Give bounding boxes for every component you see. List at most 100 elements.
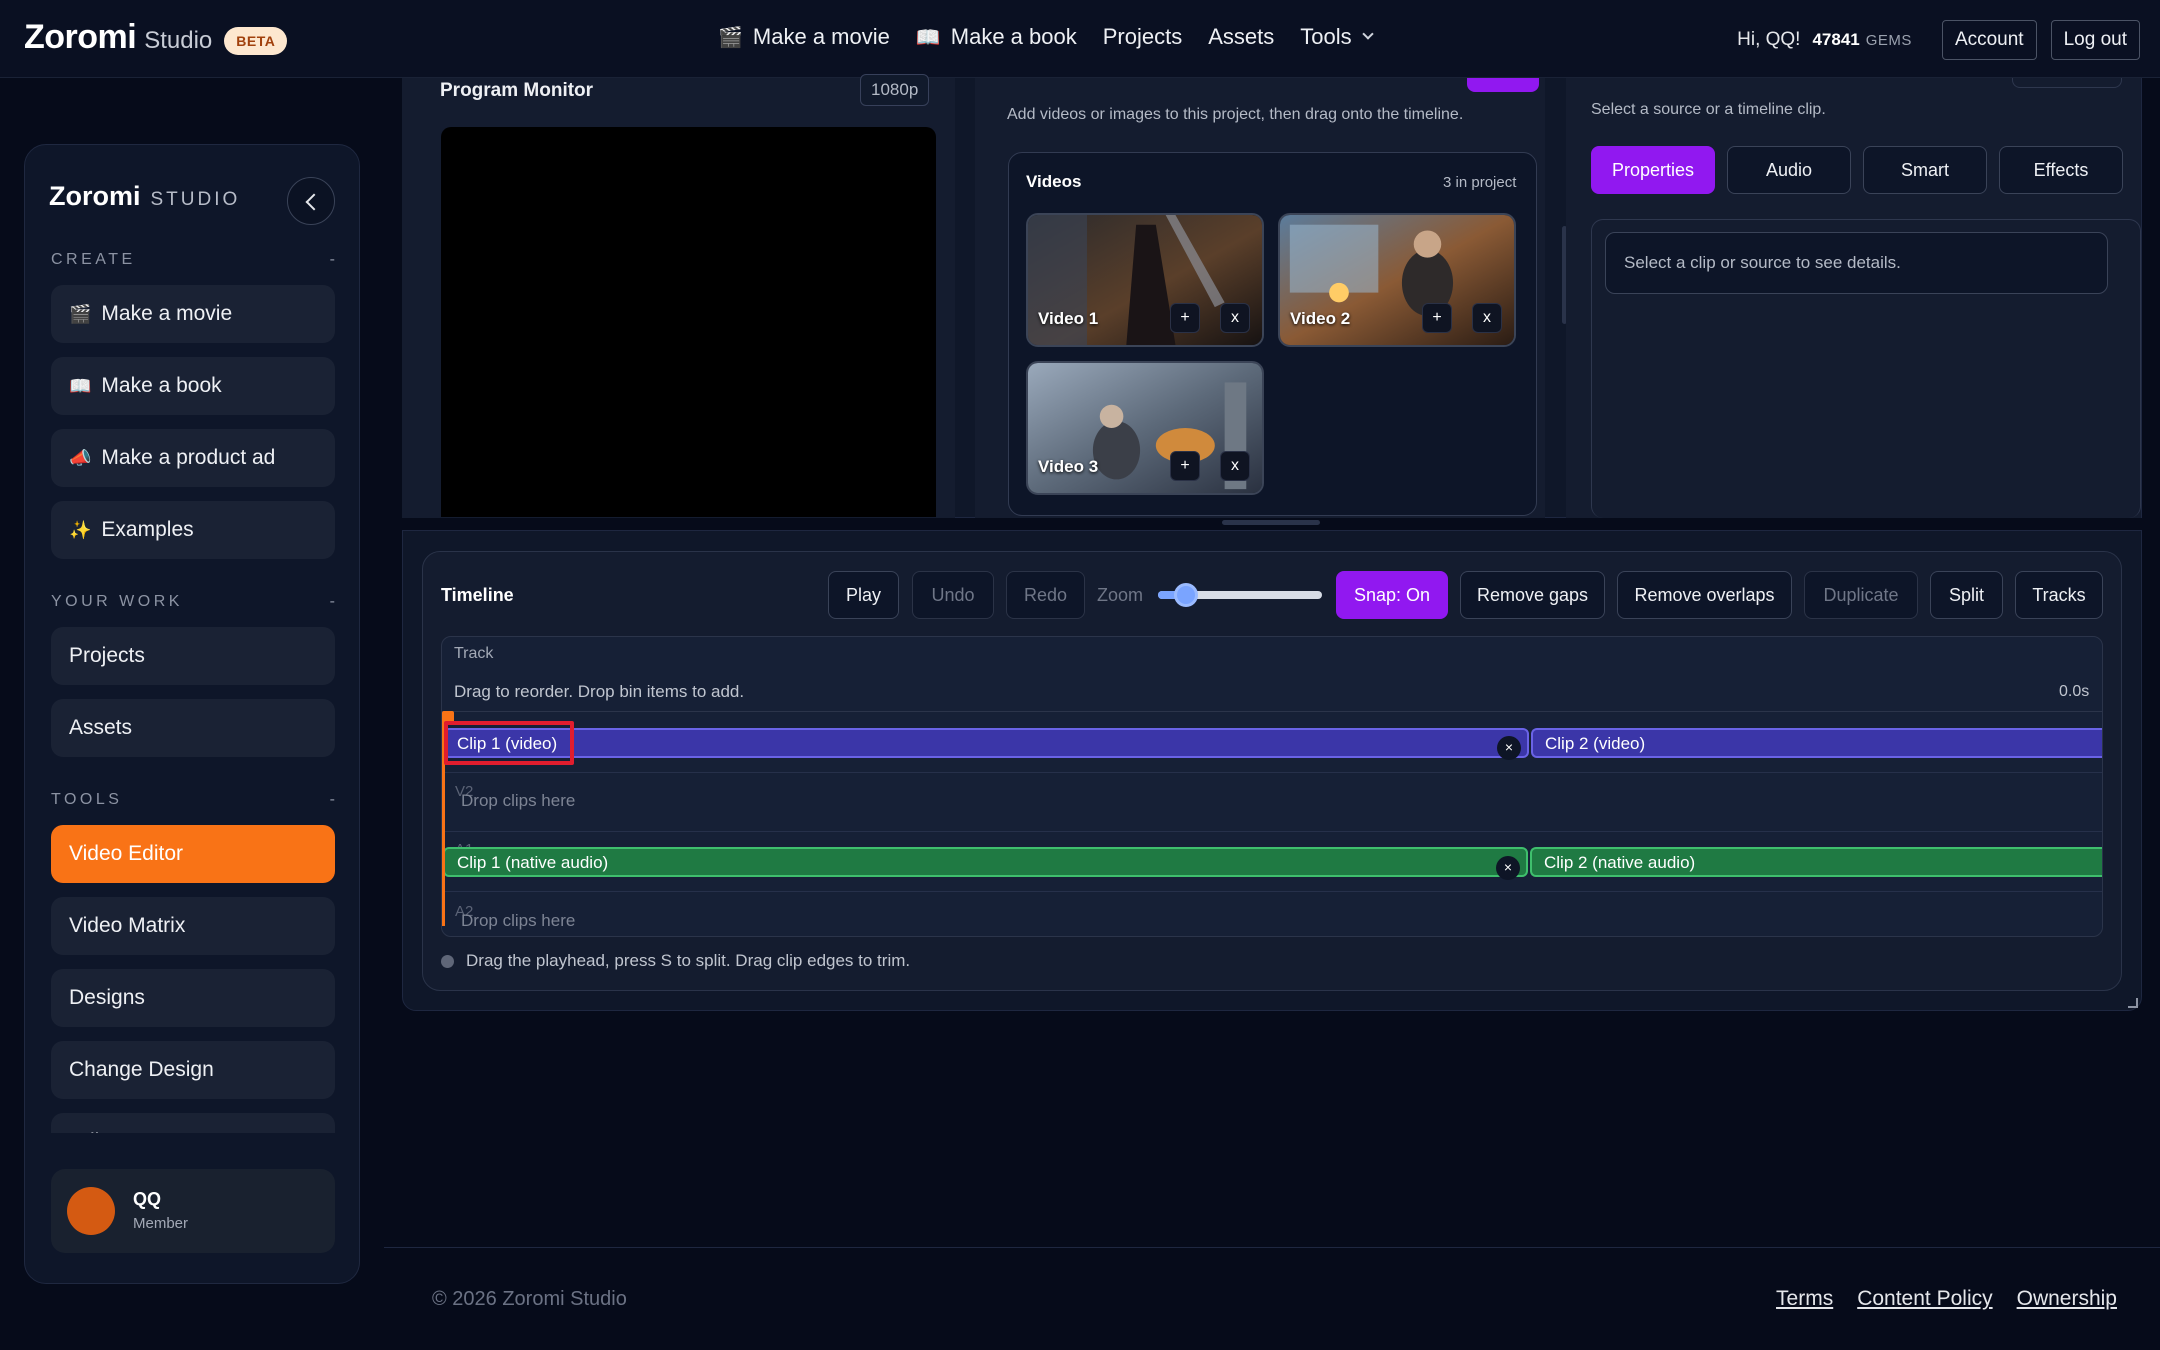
sidebar-logo-text: Zoromi: [49, 181, 141, 211]
section-your-work: YOUR WORK: [51, 593, 183, 610]
tab-smart[interactable]: Smart: [1863, 146, 1987, 194]
ownership-link[interactable]: Ownership: [2017, 1287, 2117, 1311]
nav-label: Tools: [1300, 24, 1352, 49]
remove-video-button[interactable]: x: [1220, 303, 1250, 333]
remove-video-button[interactable]: x: [1220, 451, 1250, 481]
tab-properties[interactable]: Properties: [1591, 146, 1715, 194]
sidebar-item-label: Examples: [101, 518, 194, 541]
timeline-clip-video[interactable]: Clip 1 (video): [443, 728, 1529, 758]
nav-make-movie[interactable]: 🎬 Make a movie: [718, 24, 890, 50]
sidebar-item-product-ad[interactable]: 📣 Make a product ad: [51, 429, 335, 487]
nav-assets[interactable]: Assets: [1208, 24, 1274, 50]
section-your-work-toggle[interactable]: -: [330, 593, 335, 611]
nav-make-book[interactable]: 📖 Make a book: [916, 24, 1077, 50]
details-placeholder: Select a clip or source to see details.: [1605, 232, 2108, 294]
lane-divider: [442, 772, 2102, 773]
sidebar-item-video-editor[interactable]: Video Editor: [51, 825, 335, 883]
tab-effects[interactable]: Effects: [1999, 146, 2123, 194]
zoom-label: Zoom: [1097, 585, 1144, 605]
drop-zone-a2[interactable]: Drop clips here: [461, 911, 575, 931]
drop-zone-v2[interactable]: Drop clips here: [461, 791, 575, 811]
sidebar-scroll-clip: Edit Image: [25, 1103, 361, 1133]
account-button[interactable]: Account: [1941, 20, 2037, 60]
nav-label: Make a movie: [752, 24, 890, 49]
snap-toggle-button[interactable]: Snap: On: [1336, 571, 1448, 619]
book-icon: 📖: [915, 26, 941, 49]
properties-action-button[interactable]: [2012, 78, 2122, 88]
add-to-timeline-button[interactable]: +: [1422, 303, 1452, 333]
content-policy-link[interactable]: Content Policy: [1857, 1287, 1992, 1311]
sidebar-item-edit-image[interactable]: Edit Image: [51, 1113, 335, 1133]
track-hint: Drag to reorder. Drop bin items to add.: [454, 682, 745, 701]
nav-label: Make a book: [950, 24, 1077, 49]
sidebar-item-make-book[interactable]: 📖 Make a book: [51, 357, 335, 415]
clapperboard-icon: 🎬: [69, 303, 92, 324]
user-name: QQ: [133, 1189, 162, 1209]
sidebar-item-examples[interactable]: ✨ Examples: [51, 501, 335, 559]
sidebar-item-video-matrix[interactable]: Video Matrix: [51, 897, 335, 955]
time-ruler[interactable]: [442, 711, 2102, 712]
footer-divider: [384, 1247, 2160, 1248]
brand[interactable]: Zoromi Studio BETA: [24, 18, 288, 57]
zoom-slider-handle[interactable]: [1173, 583, 1198, 607]
sidebar-item-change-design[interactable]: Change Design: [51, 1041, 335, 1099]
timeline-clip-audio[interactable]: Clip 1 (native audio): [443, 847, 1528, 877]
sidebar-item-label: Make a book: [101, 374, 222, 397]
timeline-resize-handle[interactable]: [1222, 520, 1320, 525]
sidebar-item-make-movie[interactable]: 🎬 Make a movie: [51, 285, 335, 343]
section-tools-toggle[interactable]: -: [330, 791, 335, 809]
section-tools: TOOLS: [51, 791, 123, 808]
user-card[interactable]: QQ Member: [51, 1169, 335, 1253]
video-name: Video 1: [1038, 309, 1099, 328]
zoom-slider[interactable]: [1158, 583, 1322, 607]
top-bar: Zoromi Studio BETA 🎬 Make a movie 📖 Make…: [0, 0, 2160, 78]
duplicate-button[interactable]: Duplicate: [1804, 571, 1918, 619]
avatar: [67, 1187, 115, 1235]
brand-sub: Studio: [144, 26, 213, 54]
lane-divider: [442, 831, 2102, 832]
video-preview[interactable]: [441, 127, 936, 517]
section-create: CREATE: [51, 251, 136, 268]
video-thumb[interactable]: Video 3 + x: [1026, 361, 1264, 495]
timeline-status: Drag the playhead, press S to split. Dra…: [466, 951, 911, 970]
add-to-timeline-button[interactable]: +: [1170, 451, 1200, 481]
undo-button[interactable]: Undo: [912, 571, 994, 619]
section-create-toggle[interactable]: -: [330, 251, 335, 269]
video-name: Video 2: [1290, 309, 1351, 328]
redo-button[interactable]: Redo: [1006, 571, 1085, 619]
tracks-button[interactable]: Tracks: [2015, 571, 2103, 619]
sidebar-item-designs[interactable]: Designs: [51, 969, 335, 1027]
resize-grip-icon[interactable]: [2128, 998, 2138, 1008]
logout-button[interactable]: Log out: [2050, 20, 2140, 60]
remove-video-button[interactable]: x: [1472, 303, 1502, 333]
timeline-clip-audio[interactable]: Clip 2 (native audio): [1530, 847, 2102, 877]
add-to-timeline-button[interactable]: +: [1170, 303, 1200, 333]
collapse-sidebar-button[interactable]: [287, 177, 335, 225]
nav-tools[interactable]: Tools: [1300, 24, 1374, 50]
remove-clip-icon[interactable]: ×: [1496, 856, 1520, 880]
videos-title: Videos: [1026, 172, 1082, 191]
bin-action-button[interactable]: [1467, 78, 1539, 92]
terms-link[interactable]: Terms: [1776, 1287, 1833, 1311]
remove-clip-icon[interactable]: ×: [1497, 736, 1521, 760]
remove-gaps-button[interactable]: Remove gaps: [1460, 571, 1605, 619]
video-thumb[interactable]: Video 1 + x: [1026, 213, 1264, 347]
video-thumb[interactable]: Video 2 + x: [1278, 213, 1516, 347]
remove-overlaps-button[interactable]: Remove overlaps: [1617, 571, 1792, 619]
tab-audio[interactable]: Audio: [1727, 146, 1851, 194]
bin-hint: Add videos or images to this project, th…: [1007, 106, 1464, 123]
resolution-badge[interactable]: 1080p: [860, 74, 930, 106]
sidebar-item-assets[interactable]: Assets: [51, 699, 335, 757]
lane-divider: [442, 891, 2102, 892]
nav-projects[interactable]: Projects: [1103, 24, 1182, 50]
sparkles-icon: ✨: [69, 519, 92, 540]
split-button[interactable]: Split: [1930, 571, 2003, 619]
play-button[interactable]: Play: [828, 571, 899, 619]
footer-links: Terms Content Policy Ownership: [1752, 1287, 2117, 1311]
sidebar-item-label: Make a product ad: [101, 446, 276, 469]
sidebar-item-projects[interactable]: Projects: [51, 627, 335, 685]
copyright: © 2026 Zoromi Studio: [432, 1288, 627, 1310]
track-label: Track: [454, 645, 494, 662]
status-indicator: [441, 955, 454, 968]
timeline-clip-video[interactable]: Clip 2 (video): [1531, 728, 2102, 758]
